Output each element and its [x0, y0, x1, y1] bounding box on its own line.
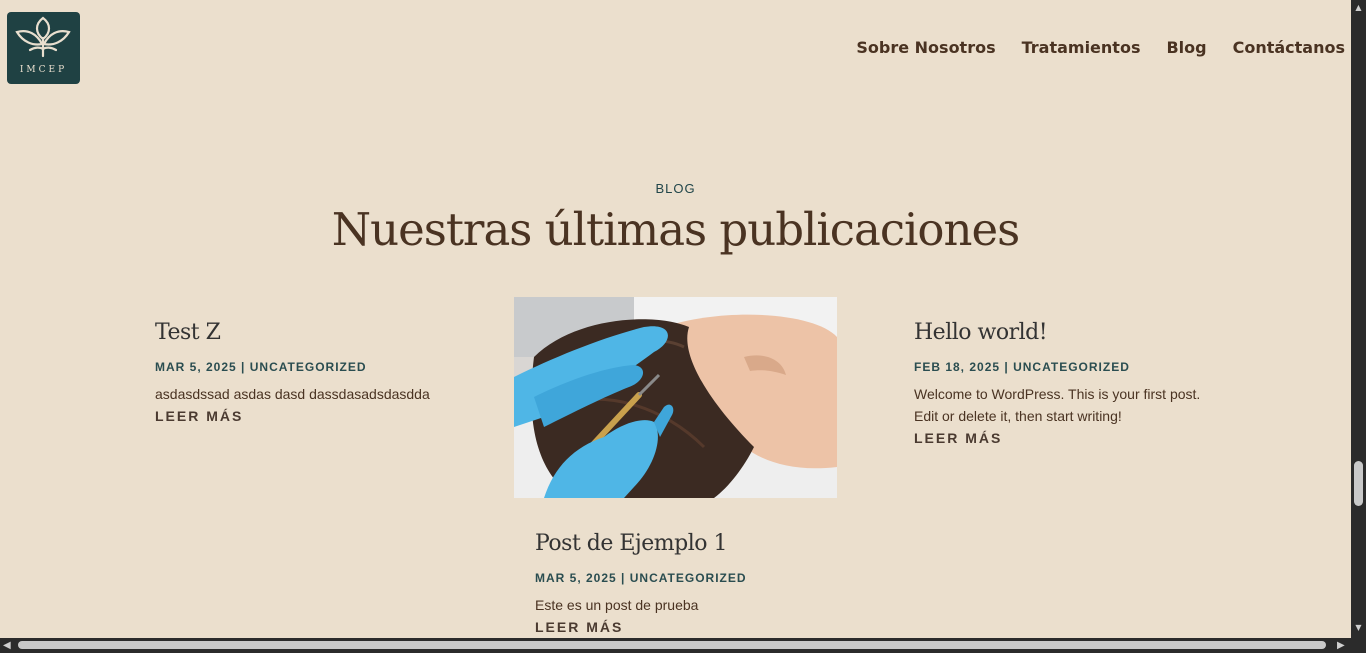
post-excerpt: Welcome to WordPress. This is your first…	[914, 386, 1201, 424]
read-more-link[interactable]: LEER MÁS	[535, 616, 835, 638]
post-featured-image[interactable]	[514, 297, 837, 498]
post-meta: FEB 18, 2025 | UNCATEGORIZED	[914, 359, 1214, 375]
post-title[interactable]: Hello world!	[914, 319, 1214, 347]
nav-tratamientos[interactable]: Tratamientos	[1022, 37, 1141, 59]
logo-wordmark: IMCEP	[19, 65, 68, 75]
section-kicker: BLOG	[655, 181, 696, 196]
scroll-right-icon[interactable]: ▶	[1337, 639, 1345, 652]
post-date: FEB 18, 2025	[914, 360, 1001, 374]
read-more-link[interactable]: LEER MÁS	[914, 427, 1214, 449]
site-logo[interactable]: IMCEP	[7, 12, 80, 84]
vertical-scrollbar[interactable]: ▲ ▼	[1351, 0, 1366, 638]
post-card: Post de Ejemplo 1 MAR 5, 2025 | UNCATEGO…	[535, 530, 835, 638]
post-card: Hello world! FEB 18, 2025 | UNCATEGORIZE…	[914, 319, 1214, 449]
post-category[interactable]: UNCATEGORIZED	[250, 360, 367, 374]
post-date: MAR 5, 2025	[155, 360, 237, 374]
scroll-down-icon[interactable]: ▼	[1351, 622, 1366, 634]
meta-separator: |	[621, 571, 626, 585]
meta-separator: |	[1004, 360, 1009, 374]
post-category[interactable]: UNCATEGORIZED	[630, 571, 747, 585]
nav-contactanos[interactable]: Contáctanos	[1233, 37, 1345, 59]
post-title[interactable]: Test Z	[155, 319, 455, 347]
post-meta: MAR 5, 2025 | UNCATEGORIZED	[535, 570, 835, 586]
nav-sobre-nosotros[interactable]: Sobre Nosotros	[856, 37, 995, 59]
post-date: MAR 5, 2025	[535, 571, 617, 585]
post-excerpt: asdasdssad asdas dasd dassdasadsdasdda	[155, 386, 430, 402]
post-meta: MAR 5, 2025 | UNCATEGORIZED	[155, 359, 455, 375]
post-title[interactable]: Post de Ejemplo 1	[535, 530, 835, 558]
section-heading: Nuestras últimas publicaciones	[331, 203, 1020, 256]
post-category[interactable]: UNCATEGORIZED	[1013, 360, 1130, 374]
leaf-plant-icon	[15, 16, 71, 58]
post-card: Test Z MAR 5, 2025 | UNCATEGORIZED asdas…	[155, 319, 455, 427]
meta-separator: |	[241, 360, 246, 374]
vertical-scroll-thumb[interactable]	[1354, 461, 1363, 506]
post-excerpt: Este es un post de prueba	[535, 597, 699, 613]
read-more-link[interactable]: LEER MÁS	[155, 405, 455, 427]
nav-blog[interactable]: Blog	[1166, 37, 1206, 59]
main-nav: Sobre Nosotros Tratamientos Blog Contáct…	[830, 37, 1345, 59]
scroll-up-icon[interactable]: ▲	[1351, 2, 1366, 14]
treatment-photo	[514, 297, 837, 498]
page: IMCEP Sobre Nosotros Tratamientos Blog C…	[0, 0, 1351, 638]
scroll-left-icon[interactable]: ◀	[3, 639, 11, 652]
horizontal-scroll-thumb[interactable]	[18, 641, 1326, 649]
horizontal-scrollbar[interactable]: ◀ ▶	[0, 638, 1366, 653]
